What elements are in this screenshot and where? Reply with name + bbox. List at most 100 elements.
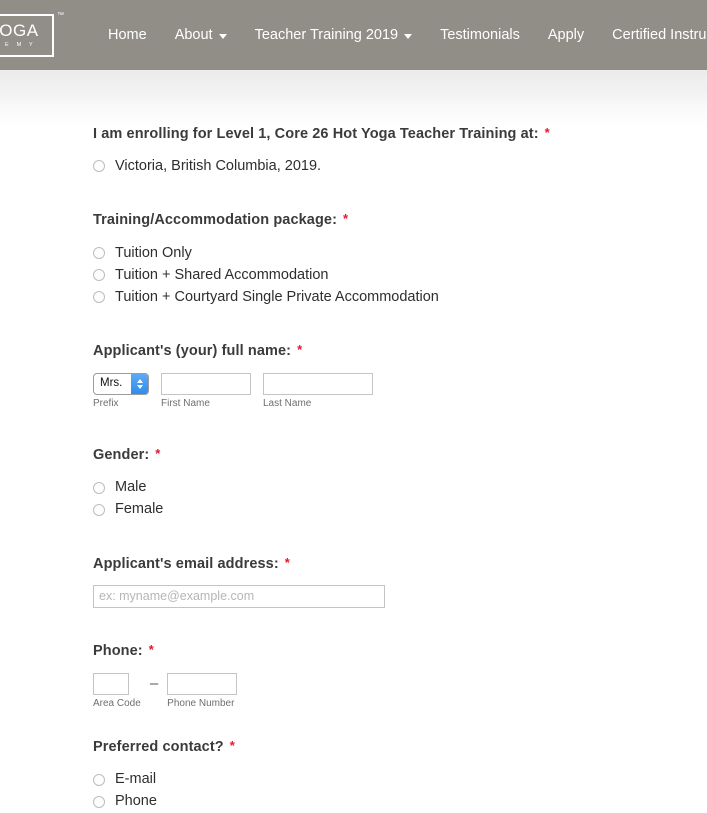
field-label: I am enrolling for Level 1, Core 26 Hot … [93,125,707,143]
field-label-text: Phone: [93,642,143,659]
required-marker: * [155,446,161,462]
field-label-text: Gender: [93,447,150,464]
radio-option-label: E-mail [115,771,157,788]
prefix-select-value: Mrs. [100,377,123,390]
nav-item-label: Apply [547,26,585,43]
radio-button-icon[interactable] [93,160,105,173]
radio-group-accommodation-package: Tuition Only Tuition + Shared Accommodat… [93,242,707,308]
required-marker: * [284,554,290,570]
phone-number-caption: Phone Number [167,698,235,710]
last-name-field-group: Last Name [251,373,373,409]
nav-item-teacher-training-2019[interactable]: Teacher Training 2019 [241,28,427,43]
area-code-field-group: Area Code [93,673,141,709]
radio-option-victoria-bc-2019[interactable]: Victoria, British Columbia, 2019. [93,155,707,177]
radio-group-enrollment-location: Victoria, British Columbia, 2019. [93,155,707,177]
field-accommodation-package: Training/Accommodation package: * Tuition… [93,211,707,307]
trademark-icon: ™ [57,12,64,19]
field-gender: Gender: * Male Female [93,446,707,520]
first-name-input[interactable] [161,373,251,396]
radio-option-label: Tuition Only [115,244,192,261]
email-input[interactable] [93,584,385,608]
radio-option-label: Tuition + Courtyard Single Private Accom… [115,288,439,305]
chevron-up-icon [136,379,143,384]
radio-option-label: Male [115,479,147,496]
site-logo[interactable]: YOGA D E M Y [0,14,54,57]
field-applicant-email: Applicant's email address: * [93,555,707,608]
required-marker: * [229,738,235,754]
area-code-input[interactable] [93,673,129,696]
chevron-down-icon [136,385,143,390]
radio-button-icon[interactable] [93,268,105,281]
radio-option-label: Female [115,501,164,518]
prefix-caption: Prefix [93,398,119,410]
field-label-text: Preferred contact? [93,739,224,756]
select-stepper-icon[interactable] [131,374,148,395]
radio-option-tuition-shared-accommodation[interactable]: Tuition + Shared Accommodation [93,264,707,286]
page-body: I am enrolling for Level 1, Core 26 Hot … [0,70,707,809]
logo-main-text: YOGA [0,21,39,41]
nav-item-testimonials[interactable]: Testimonials [426,28,534,43]
enrollment-form: I am enrolling for Level 1, Core 26 Hot … [0,70,707,813]
top-navigation-bar: YOGA D E M Y ™ Home About Teacher Traini… [0,0,707,70]
phone-number-field-group: Phone Number [167,673,238,710]
field-applicant-full-name: Applicant's (your) full name: * Mrs. Pref… [93,342,707,409]
phone-number-input[interactable] [167,673,238,696]
radio-option-female[interactable]: Female [93,499,707,521]
radio-option-phone[interactable]: Phone [93,791,707,813]
required-marker: * [148,641,154,657]
radio-button-icon[interactable] [93,290,105,303]
nav-item-label: Certified Instructors [612,26,707,43]
radio-option-tuition-only[interactable]: Tuition Only [93,242,707,264]
field-label: Training/Accommodation package: * [93,211,707,229]
nav-item-certified-instructors[interactable]: Certified Instructors [598,28,707,43]
logo-sub-text: D E M Y [0,42,36,49]
radio-group-preferred-contact: E-mail Phone [93,769,707,813]
nav-item-apply[interactable]: Apply [534,28,598,43]
field-label-text: Applicant's (your) full name: [93,342,292,359]
area-code-caption: Area Code [93,698,141,710]
prefix-field-group: Mrs. Prefix [93,373,149,409]
radio-button-icon[interactable] [93,773,105,786]
field-preferred-contact: Preferred contact? * E-mail Phone [93,738,707,812]
field-phone: Phone: * Area Code – Phone Number [93,642,707,709]
field-label-text: Training/Accommodation package: [93,212,338,229]
radio-button-icon[interactable] [93,246,105,259]
radio-group-gender: Male Female [93,477,707,521]
nav-item-list: Home About Teacher Training 2019 Testimo… [94,28,707,43]
field-label: Applicant's (your) full name: * [93,342,707,360]
required-marker: * [343,211,349,227]
name-input-row: Mrs. Prefix First Name Last Name [93,373,707,409]
chevron-down-icon [404,33,413,39]
prefix-select[interactable]: Mrs. [93,373,149,396]
field-label-text: I am enrolling for Level 1, Core 26 Hot … [93,126,539,142]
last-name-input[interactable] [263,373,373,396]
field-label: Phone: * [93,642,707,660]
field-label: Preferred contact? * [93,738,707,756]
required-marker: * [297,341,303,357]
nav-item-home[interactable]: Home [94,28,161,43]
radio-button-icon[interactable] [93,503,105,516]
first-name-caption: First Name [161,398,210,410]
phone-input-row: Area Code – Phone Number [93,673,707,709]
radio-option-tuition-courtyard-single-private[interactable]: Tuition + Courtyard Single Private Accom… [93,286,707,308]
field-label-text: Applicant's email address: [93,555,279,572]
radio-option-label: Phone [115,793,157,810]
phone-separator: – [149,675,159,693]
nav-item-label: Teacher Training 2019 [254,26,399,43]
field-enrollment-location: I am enrolling for Level 1, Core 26 Hot … [93,125,707,177]
radio-option-email[interactable]: E-mail [93,769,707,791]
radio-button-icon[interactable] [93,481,105,494]
radio-option-label: Tuition + Shared Accommodation [115,266,329,283]
nav-item-label: Home [108,26,147,43]
radio-button-icon[interactable] [93,795,105,808]
nav-item-about[interactable]: About [161,28,241,43]
last-name-caption: Last Name [263,398,312,410]
radio-option-label: Victoria, British Columbia, 2019. [115,158,322,175]
radio-option-male[interactable]: Male [93,477,707,499]
